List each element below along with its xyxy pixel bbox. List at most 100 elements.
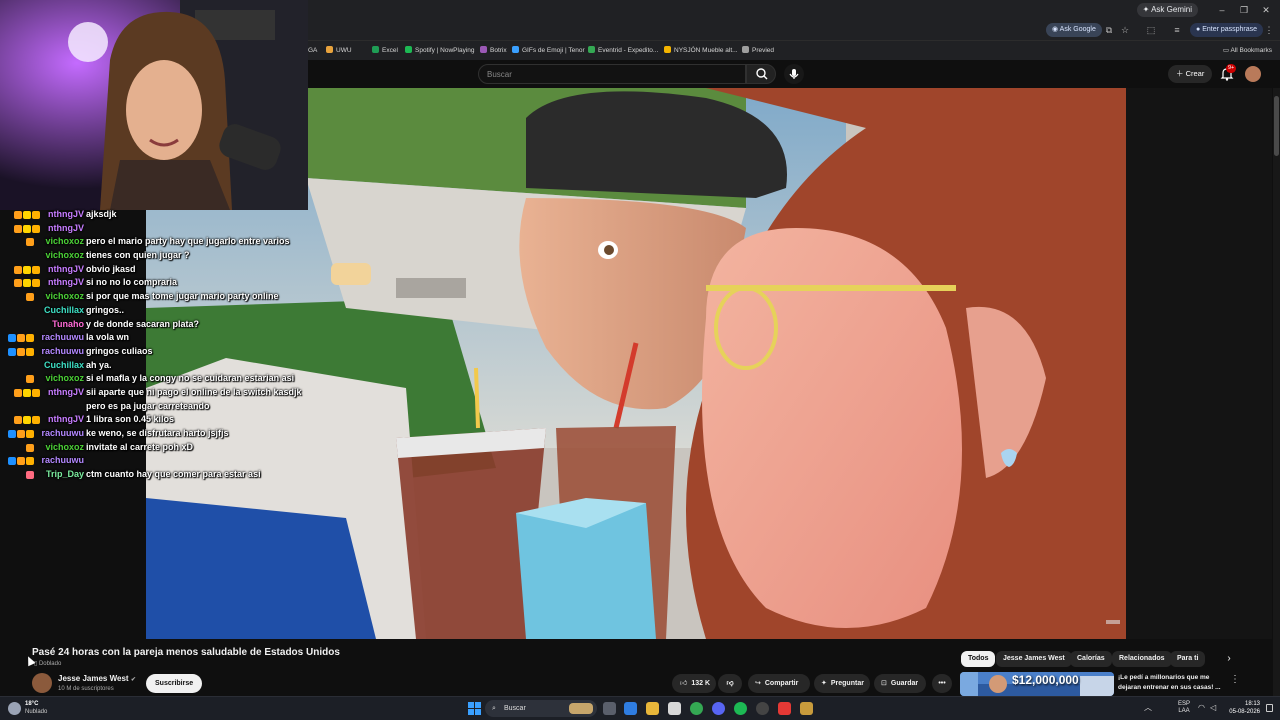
- chip-jesse-james-west[interactable]: Jesse James West: [996, 651, 1072, 667]
- chip-todos[interactable]: Todos: [961, 651, 996, 667]
- dislike-button[interactable]: 👎︎: [718, 674, 742, 693]
- chat-message: nthngJV ajksdjk: [0, 208, 320, 222]
- chat-message: vichoxoz pero el mario party hay que juga…: [0, 235, 320, 249]
- chat-username[interactable]: nthngJV: [48, 413, 84, 427]
- chat-badge-icon: [31, 211, 40, 219]
- save-button[interactable]: ⊡ Guardar: [874, 674, 926, 693]
- language-code: ESP: [1177, 701, 1190, 707]
- scrollbar-thumb[interactable]: [1274, 96, 1279, 156]
- chat-badge-icon: [26, 347, 35, 356]
- ask-label: Preguntar: [830, 680, 864, 687]
- chat-username[interactable]: rachuuwu: [41, 454, 84, 468]
- chip-calorias[interactable]: Calorías: [1070, 651, 1112, 667]
- passphrase-label: Enter passphrase: [1202, 26, 1258, 33]
- chip-para-ti[interactable]: Para ti: [1170, 651, 1206, 667]
- extensions-icon[interactable]: ⬚: [1144, 23, 1158, 37]
- chevron-right-icon[interactable]: ›: [1222, 652, 1236, 666]
- thumbnail-overlay-text: $12,000,000: [1012, 673, 1079, 687]
- ask-gemini-button[interactable]: ✦ Ask Gemini: [1136, 3, 1198, 17]
- like-button[interactable]: 👍︎ 132 K: [672, 674, 716, 693]
- chat-username[interactable]: nthngJV: [48, 386, 84, 400]
- notification-center-icon[interactable]: [1266, 704, 1273, 712]
- close-icon[interactable]: ✕: [1255, 3, 1277, 17]
- google-lens-icon: ◉: [1052, 26, 1060, 33]
- chat-username[interactable]: vichoxoz: [45, 372, 84, 386]
- browser-menu-icon[interactable]: ⋮: [1262, 23, 1276, 37]
- bookmark-item[interactable]: GIFs de Emoji | Tenor: [512, 44, 585, 58]
- input-language[interactable]: ESP LAA: [1174, 701, 1194, 715]
- channel-name[interactable]: Jesse James West ✔: [58, 674, 136, 685]
- chat-username[interactable]: vichoxoz: [45, 249, 84, 263]
- taskbar-search[interactable]: ⌕ Buscar: [485, 700, 597, 717]
- tray-chevron-up-icon[interactable]: ︿: [1144, 702, 1152, 713]
- chat-username[interactable]: rachuuwu: [41, 331, 84, 345]
- chat-username[interactable]: rachuuwu: [41, 427, 84, 441]
- game-launcher-icon[interactable]: [800, 702, 813, 715]
- create-button[interactable]: ＋ Crear: [1168, 65, 1213, 83]
- chat-username[interactable]: Cuchillax: [44, 304, 84, 318]
- ask-google-button[interactable]: ◉ Ask Google: [1046, 23, 1102, 37]
- widgets-icon[interactable]: [624, 702, 637, 715]
- chrome-icon[interactable]: [690, 702, 703, 715]
- windows-start-icon[interactable]: [468, 702, 481, 715]
- all-bookmarks-button[interactable]: ▭ All Bookmarks: [1223, 44, 1272, 58]
- page-scrollbar[interactable]: [1273, 88, 1280, 696]
- chip-relacionados[interactable]: Relacionados: [1112, 651, 1172, 667]
- ask-button[interactable]: ✦ Preguntar: [814, 674, 870, 693]
- bookmark-item[interactable]: Botrix: [480, 44, 507, 58]
- chat-username[interactable]: Tunaho: [52, 318, 84, 332]
- share-button[interactable]: ↪ Compartir: [748, 674, 810, 693]
- bookmark-item[interactable]: GA: [308, 44, 317, 58]
- media-icon[interactable]: ≡: [1170, 23, 1184, 37]
- minimize-icon[interactable]: –: [1211, 3, 1233, 17]
- chat-text: sii aparte que ni pago el online de la s…: [86, 386, 302, 397]
- chat-username[interactable]: nthngJV: [48, 263, 84, 277]
- discord-icon[interactable]: [712, 702, 725, 715]
- channel-avatar[interactable]: [32, 673, 52, 693]
- obs-icon[interactable]: [756, 702, 769, 715]
- file-explorer-icon[interactable]: [646, 702, 659, 715]
- recommended-video-title[interactable]: ¡Le pedí a millonarios que me dejaran en…: [1118, 673, 1226, 693]
- bookmark-item[interactable]: Excel: [372, 44, 398, 58]
- recommended-video-thumbnail[interactable]: $12,000,000: [960, 672, 1114, 696]
- more-actions-button[interactable]: •••: [932, 674, 952, 693]
- maximize-icon[interactable]: ❐: [1233, 3, 1255, 17]
- wifi-icon[interactable]: ◠: [1198, 703, 1205, 712]
- bookmark-item[interactable]: UWU: [326, 44, 352, 58]
- search-input[interactable]: Buscar: [478, 64, 746, 84]
- bookmark-item[interactable]: Spotify | NowPlaying: [405, 44, 475, 58]
- bookmark-item[interactable]: Previed: [742, 44, 774, 58]
- search-placeholder: Buscar: [487, 70, 512, 79]
- task-view-icon[interactable]: [603, 702, 616, 715]
- chat-username[interactable]: Cuchillax: [44, 359, 84, 373]
- spotify-icon[interactable]: [734, 702, 747, 715]
- chat-message: vichoxoz si por que mas tome jugar mario …: [0, 290, 320, 304]
- chat-username[interactable]: Trip_Day: [46, 468, 84, 482]
- account-avatar[interactable]: [1245, 66, 1261, 82]
- bookmark-star-icon[interactable]: ☆: [1118, 23, 1132, 37]
- recording-app-icon[interactable]: [778, 702, 791, 715]
- bookmark-label: Previed: [752, 47, 775, 54]
- chat-username[interactable]: vichoxoz: [45, 235, 84, 249]
- weather-description: Nublado: [25, 709, 48, 715]
- more-vertical-icon[interactable]: ⋮: [1230, 674, 1240, 686]
- chat-badge-icon: [31, 416, 40, 425]
- chat-username[interactable]: rachuuwu: [41, 345, 84, 359]
- chat-username[interactable]: vichoxoz: [45, 290, 84, 304]
- system-clock[interactable]: 18:13 05-08-2026: [1222, 700, 1260, 716]
- bookmark-item[interactable]: Eventrid - Expedito...: [588, 44, 658, 58]
- chat-message: vichoxoz tienes con quien jugar ?: [0, 249, 320, 263]
- chat-username[interactable]: nthngJV: [48, 222, 84, 236]
- chat-username[interactable]: vichoxoz: [45, 441, 84, 455]
- bookmark-item[interactable]: NYSJÓN Mueble alt...: [664, 44, 738, 58]
- volume-icon[interactable]: ◁: [1210, 703, 1216, 712]
- store-icon[interactable]: [668, 702, 681, 715]
- chat-username[interactable]: nthngJV: [48, 208, 84, 222]
- voice-search-button[interactable]: [784, 64, 804, 84]
- search-button[interactable]: [746, 64, 776, 84]
- chat-username[interactable]: nthngJV: [48, 276, 84, 290]
- chat-badge-icon: [8, 430, 17, 438]
- enter-passphrase-button[interactable]: ● Enter passphrase: [1190, 23, 1264, 37]
- subscribe-button[interactable]: Suscribirse: [146, 674, 203, 693]
- install-icon[interactable]: ⧉: [1102, 23, 1116, 37]
